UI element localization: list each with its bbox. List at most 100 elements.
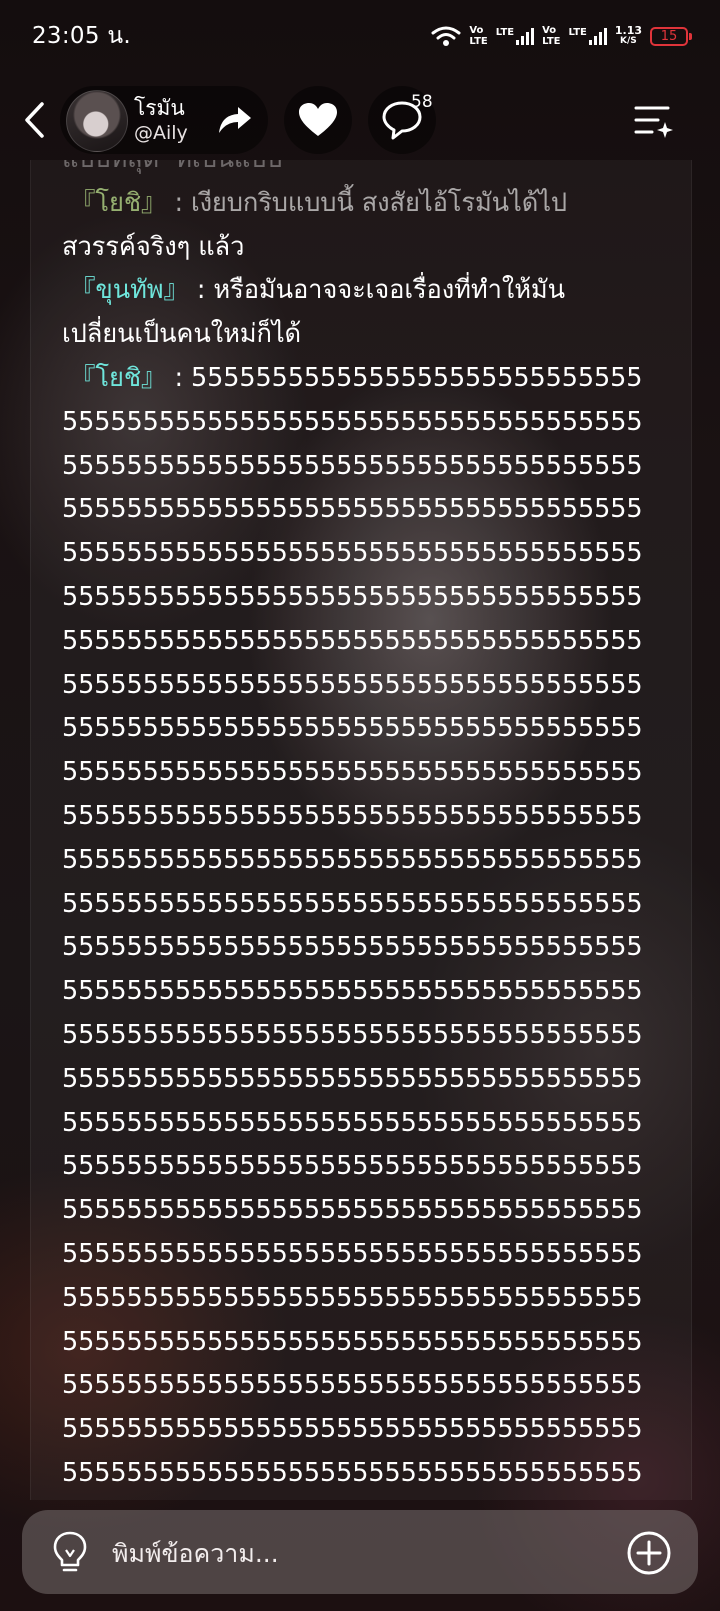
story-line: เปลี่ยนเป็นคนใหม่ก็ได้	[62, 313, 682, 357]
story-line-text: 555555555555555555555555555555555555	[62, 494, 643, 525]
menu-sparkle-icon	[634, 106, 673, 138]
speaker-name: 『โยชิ』	[62, 362, 167, 393]
story-line-text: 555555555555555555555555555555555555	[62, 625, 643, 656]
story-line-text: 555555555555555555555555555555555555	[62, 406, 643, 437]
volte-indicator-2: Vo LTE	[542, 25, 560, 47]
speaker-name: 『โยชิ』	[62, 187, 167, 218]
lightbulb-icon[interactable]	[50, 1530, 90, 1576]
author-profile[interactable]: โรมัน @Aily	[60, 86, 268, 154]
story-line-text: 555555555555555555555555555555555555	[62, 932, 643, 963]
comment-count: 58	[411, 92, 433, 112]
story-line: 555555555555555555555555555555555555	[62, 1364, 682, 1408]
story-line-text: 555555555555555555555555555555555555	[62, 1107, 643, 1138]
share-button[interactable]	[216, 103, 254, 137]
message-composer	[22, 1510, 698, 1596]
status-time: 23:05 น.	[32, 23, 132, 49]
like-button[interactable]	[284, 86, 352, 154]
story-line-text: 555555555555555555555555555555555555	[62, 1370, 643, 1401]
story-line-text: 555555555555555555555555555555555555	[62, 844, 643, 875]
network-speed-unit: K/S	[620, 36, 637, 46]
story-line: สวรรค์จริงๆ แล้ว	[62, 226, 682, 270]
signal-2: LTE	[568, 27, 607, 45]
story-line: 555555555555555555555555555555555555	[62, 488, 682, 532]
story-line: 555555555555555555555555555555555555	[62, 1277, 682, 1321]
story-line-text: 555555555555555555555555555555555555	[62, 1151, 643, 1182]
story-line: 555555555555555555555555555555555555	[62, 795, 682, 839]
story-line-text: 555555555555555555555555555555555555	[62, 1414, 643, 1445]
share-arrow-icon	[219, 107, 251, 133]
battery-level: 15	[660, 28, 678, 44]
chevron-left-icon	[25, 102, 44, 138]
story-line-text: 555555555555555555555555555555555555	[62, 1019, 643, 1050]
back-button[interactable]	[14, 100, 54, 140]
volte-2-top: Vo	[542, 25, 557, 36]
lte-1-label: LTE	[495, 27, 515, 38]
network-speed-value: 1.13	[614, 24, 642, 37]
story-text: แบบที่สุด ที่เป็นแบบ 『โยชิ』 : เงียบกริบแ…	[62, 160, 682, 1500]
story-line-text: 555555555555555555555555555555555555	[62, 450, 643, 481]
story-line-text: : หรือมันอาจจะเจอเรื่องที่ทำให้มัน	[188, 275, 565, 306]
story-line: 『โยชิ』 : เงียบกริบแบบนี้ สงสัยไอ้โรมันได…	[62, 182, 682, 226]
lte-2-label: LTE	[568, 27, 587, 38]
signal-bars-1-icon	[516, 27, 535, 45]
heart-icon	[299, 103, 337, 136]
story-line-text: 555555555555555555555555555555555555	[62, 888, 643, 919]
message-input[interactable]	[110, 1510, 614, 1596]
story-content[interactable]: แบบที่สุด ที่เป็นแบบ 『โยชิ』 : เงียบกริบแ…	[30, 160, 692, 1500]
volte-indicator-1: Vo LTE	[469, 25, 487, 47]
story-line: 555555555555555555555555555555555555	[62, 1496, 682, 1500]
story-line-text: 555555555555555555555555555555555555	[62, 1282, 643, 1313]
story-line: 555555555555555555555555555555555555	[62, 1058, 682, 1102]
speaker-name: 『ขุนทัพ』	[62, 275, 189, 306]
story-line: แบบที่สุด ที่เป็นแบบ	[62, 160, 682, 182]
story-line-text: 555555555555555555555555555555555555	[62, 538, 643, 569]
chapter-menu-button[interactable]	[632, 100, 676, 140]
volte-1-top: Vo	[469, 25, 484, 36]
author-name: โรมัน	[134, 96, 185, 120]
avatar[interactable]	[66, 90, 128, 152]
plus-circle-icon[interactable]	[626, 1530, 672, 1576]
story-line: 555555555555555555555555555555555555	[62, 1145, 682, 1189]
story-line-text: : เงียบกริบแบบนี้ สงสัยไอ้โรมันได้ไป	[166, 187, 568, 218]
story-line: 555555555555555555555555555555555555	[62, 839, 682, 883]
author-handle: @Aily	[134, 122, 188, 144]
story-line-text: เปลี่ยนเป็นคนใหม่ก็ได้	[62, 319, 302, 350]
story-line: 555555555555555555555555555555555555	[62, 445, 682, 489]
story-line-text: 555555555555555555555555555555555555	[62, 581, 643, 612]
story-line: 555555555555555555555555555555555555	[62, 751, 682, 795]
story-line: 555555555555555555555555555555555555	[62, 926, 682, 970]
wifi-icon	[431, 26, 461, 46]
story-line-text: 555555555555555555555555555555555555	[62, 713, 643, 744]
status-icons: Vo LTE LTE Vo LTE LTE 1.13 K/S 15	[431, 25, 692, 47]
story-line-text: 555555555555555555555555555555555555	[62, 1457, 643, 1488]
story-line: 555555555555555555555555555555555555	[62, 620, 682, 664]
story-line: 555555555555555555555555555555555555	[62, 1102, 682, 1146]
story-line: 555555555555555555555555555555555555	[62, 401, 682, 445]
story-line: 555555555555555555555555555555555555	[62, 1452, 682, 1496]
story-line: 555555555555555555555555555555555555	[62, 532, 682, 576]
story-line-text: 555555555555555555555555555555555555	[62, 757, 643, 788]
story-line: 555555555555555555555555555555555555	[62, 1321, 682, 1365]
battery-icon: 15	[650, 26, 692, 46]
story-line-text: 555555555555555555555555555555555555	[62, 1063, 643, 1094]
volte-1-bottom: LTE	[469, 36, 488, 47]
story-line: 555555555555555555555555555555555555	[62, 664, 682, 708]
network-speed: 1.13 K/S	[615, 25, 642, 47]
story-line-text: 555555555555555555555555555555555555	[62, 669, 643, 700]
story-line-text: 555555555555555555555555555555555555	[62, 976, 643, 1007]
story-line: 555555555555555555555555555555555555	[62, 707, 682, 751]
story-header: โรมัน @Aily 58	[0, 82, 720, 158]
story-line: 555555555555555555555555555555555555	[62, 1189, 682, 1233]
story-line: 555555555555555555555555555555555555	[62, 1233, 682, 1277]
signal-1: LTE	[495, 27, 535, 45]
story-line: 555555555555555555555555555555555555	[62, 576, 682, 620]
story-line-text: 555555555555555555555555555555555555	[62, 1195, 643, 1226]
story-line: 555555555555555555555555555555555555	[62, 970, 682, 1014]
signal-bars-2-icon	[588, 27, 607, 45]
story-line: 『โยชิ』 : 5555555555555555555555555555	[62, 357, 682, 401]
volte-2-bottom: LTE	[542, 36, 561, 47]
story-line-text: สวรรค์จริงๆ แล้ว	[62, 231, 245, 262]
story-line: 『ขุนทัพ』 : หรือมันอาจจะเจอเรื่องที่ทำให้…	[62, 269, 682, 313]
story-line-text: 555555555555555555555555555555555555	[62, 1326, 643, 1357]
story-line-text: แบบที่สุด ที่เป็นแบบ	[62, 160, 283, 174]
